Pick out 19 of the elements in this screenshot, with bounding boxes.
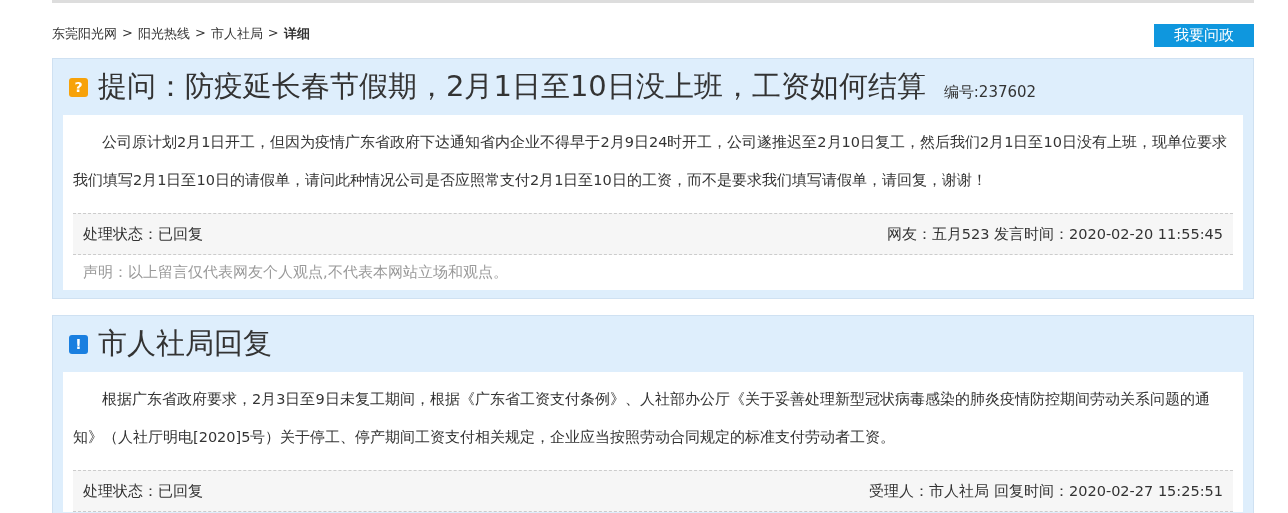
exclamation-icon: !	[69, 334, 88, 354]
question-number: 编号:237602	[943, 82, 1037, 102]
meta-text: 受理人：市人社局 回复时间：2020-02-27 15:25:51	[869, 481, 1223, 501]
breadcrumb-separator: >	[267, 25, 279, 42]
status-text: 处理状态：已回复	[83, 224, 203, 244]
breadcrumb-link[interactable]: 市人社局	[210, 25, 263, 43]
breadcrumb-separator: >	[122, 25, 133, 42]
disclaimer-text: 声明：以上留言仅代表网友个人观点,不代表本网站立场和观点。	[82, 263, 509, 282]
section-title: 市人社局回复	[98, 325, 272, 362]
body-text: 公司原计划2月1日开工，但因为疫情广东省政府下达通知省内企业不得早于2月9日24时开工，公司遂推迟至2月10日复工，然后我们2月1日至10日没有上班，现单位要求我们填写2月1日至10日的请假单，请问此种情况公司是否应照常支付2月1日至10日的工资，而不是要求我们填写请假单，请回复，谢谢！	[73, 133, 1228, 190]
breadcrumb-separator: >	[194, 25, 206, 42]
section-title: 提问：防疫延长春节假期，2月1日至10日没上班，工资如何结算	[98, 68, 926, 105]
meta-text: 网友：五月523 发言时间：2020-02-20 11:55:45	[886, 224, 1223, 244]
breadcrumb-link[interactable]: 东莞阳光网	[52, 25, 117, 43]
page-label: 详细	[283, 25, 310, 43]
breadcrumb-link[interactable]: 阳光热线	[137, 25, 190, 43]
question-icon: ?	[69, 77, 88, 97]
status-text: 处理状态：已回复	[83, 481, 203, 501]
body-text: 根据广东省政府要求，2月3日至9日未复工期间，根据《广东省工资支付条例》、人社部办公厅《关于妥善处理新型冠状病毒感染的肺炎疫情防控期间劳动关系问题的通知》（人社厅明电[2020]5号）关于停工、停产期间工资支付相关规定，企业应当按照劳动合同规定的标准支付劳动者工资。	[73, 390, 1211, 447]
